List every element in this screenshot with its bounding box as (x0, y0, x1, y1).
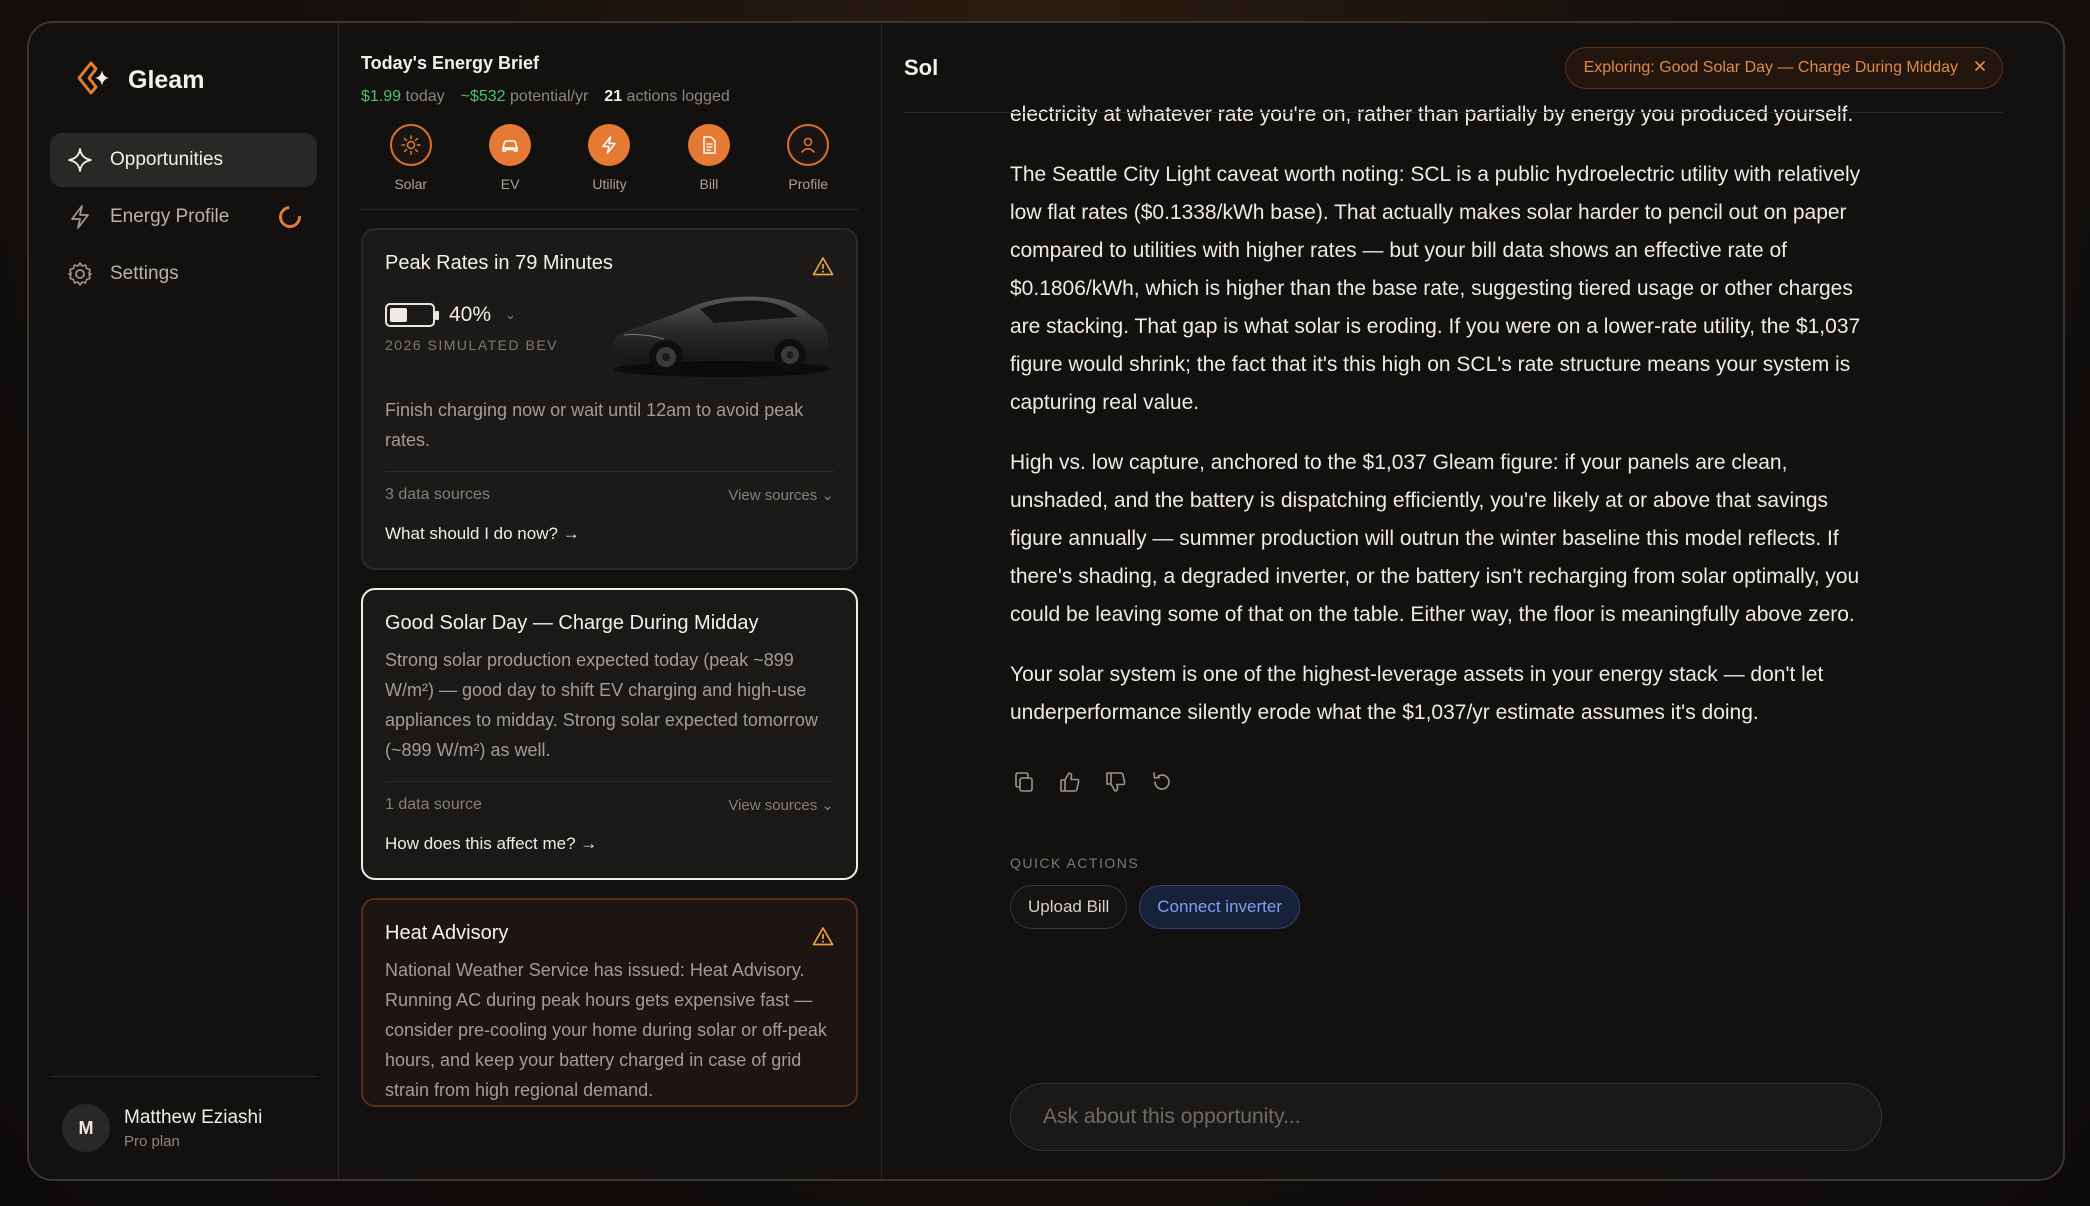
document-icon (687, 124, 730, 166)
app-window: Gleam Opportunities Energy Profile Setti… (27, 21, 2065, 1181)
card-description: National Weather Service has issued: Hea… (385, 960, 827, 1100)
card-cta-link[interactable]: What should I do now? → (385, 524, 834, 568)
sidebar-item-label: Settings (110, 263, 179, 284)
chat-panel: electricity at whatever rate you're on, … (882, 23, 2063, 1179)
upload-bill-button[interactable]: Upload Bill (1010, 885, 1128, 929)
battery-status[interactable]: 40% ⌄ (385, 303, 558, 327)
message-paragraph: Your solar system is one of the highest-… (1010, 663, 1824, 724)
card-description: Finish charging now or wait until 12am t… (385, 400, 804, 450)
category-label: Utility (592, 176, 627, 192)
brand-name: Gleam (128, 65, 205, 94)
regenerate-icon[interactable] (1150, 770, 1174, 799)
actions-logged-label: actions logged (626, 88, 730, 105)
warning-icon (812, 256, 834, 281)
avatar: M (62, 1104, 110, 1152)
sidebar-item-opportunities[interactable]: Opportunities (50, 133, 317, 187)
category-label: Bill (699, 176, 719, 192)
sidebar: Gleam Opportunities Energy Profile Setti… (29, 23, 339, 1179)
loading-spinner-icon (274, 201, 306, 233)
exploring-label: Exploring: Good Solar Day — Charge Durin… (1583, 58, 1958, 76)
vehicle-name: 2026 SIMULATED BEV (385, 337, 559, 353)
copy-icon[interactable] (1012, 770, 1036, 799)
card-description: Strong solar production expected today (… (385, 650, 818, 760)
category-solar[interactable]: Solar (371, 124, 451, 192)
gleam-logo-icon (72, 57, 114, 104)
battery-level-fill (390, 308, 407, 322)
gear-icon (66, 260, 94, 288)
chevron-down-icon: ⌄ (505, 307, 516, 322)
user-profile[interactable]: M Matthew Eziashi Pro plan (50, 1076, 317, 1179)
ev-status: 40% ⌄ 2026 SIMULATED BEV (385, 289, 834, 385)
category-profile[interactable]: Profile (768, 124, 848, 192)
today-savings-value: $1.99 (361, 88, 402, 105)
card-title: Heat Advisory (385, 922, 509, 944)
card-title: Good Solar Day — Charge During Midday (385, 612, 759, 634)
battery-percent: 40% (449, 303, 492, 326)
card-sources: 1 data source View sources ⌄ (385, 781, 834, 814)
view-sources-button[interactable]: View sources ⌄ (728, 796, 834, 814)
brief-title: Today's Energy Brief (361, 53, 539, 73)
message-paragraph: High vs. low capture, anchored to the $1… (1010, 451, 1860, 626)
sources-count: 3 data sources (385, 486, 490, 503)
warning-icon (812, 926, 834, 951)
brief-stats: $1.99 today ~$532 potential/yr 21 action… (361, 88, 858, 106)
connect-inverter-button[interactable]: Connect inverter (1139, 885, 1300, 929)
actions-logged-value: 21 (604, 88, 623, 105)
sun-icon (389, 124, 432, 166)
card-title: Peak Rates in 79 Minutes (385, 252, 613, 274)
bolt-icon (66, 203, 94, 231)
chat-input[interactable] (1043, 1105, 1849, 1129)
chat-header: Sol Exploring: Good Solar Day — Charge D… (904, 23, 2003, 113)
car-image (604, 283, 834, 388)
message-paragraph: The Seattle City Light caveat worth noti… (1010, 163, 1861, 414)
card-sources: 3 data sources View sources ⌄ (385, 471, 834, 504)
sources-count: 1 data source (385, 796, 482, 813)
quick-actions-label: QUICK ACTIONS (1010, 855, 1140, 871)
card-cta-link[interactable]: How does this affect me? → (385, 834, 834, 878)
view-sources-button[interactable]: View sources ⌄ (728, 486, 834, 504)
category-utility[interactable]: Utility (569, 124, 649, 192)
car-icon (489, 124, 532, 166)
opportunity-card-heat-advisory[interactable]: Heat Advisory National Weather Service h… (361, 898, 858, 1107)
opportunity-card-peak-rates[interactable]: Peak Rates in 79 Minutes 40% ⌄ 2026 SIMU… (361, 228, 858, 570)
today-savings-label: today (405, 88, 445, 105)
message-actions (1010, 770, 1882, 799)
category-label: Solar (394, 176, 428, 192)
sidebar-item-settings[interactable]: Settings (50, 247, 317, 301)
sidebar-item-energy-profile[interactable]: Energy Profile (50, 190, 317, 244)
category-ev[interactable]: EV (470, 124, 550, 192)
opportunity-feed: Today's Energy Brief $1.99 today ~$532 p… (339, 23, 882, 1179)
brand[interactable]: Gleam (50, 23, 317, 133)
category-filters: Solar EV Utility Bill Profile (361, 124, 858, 210)
potential-savings-value: ~$532 (460, 88, 506, 105)
close-icon[interactable] (1974, 59, 1986, 77)
sidebar-item-label: Opportunities (110, 149, 224, 170)
opportunity-card-good-solar-day[interactable]: Good Solar Day — Charge During Midday St… (361, 588, 858, 880)
thumbs-up-icon[interactable] (1058, 770, 1082, 799)
thumbs-down-icon[interactable] (1104, 770, 1128, 799)
user-icon (787, 124, 830, 166)
category-bill[interactable]: Bill (669, 124, 749, 192)
bolt-icon (588, 124, 631, 166)
chat-input-box (1010, 1083, 1882, 1151)
sparkle-icon (66, 146, 94, 174)
category-label: Profile (788, 176, 829, 192)
battery-icon (385, 303, 439, 327)
exploring-context-pill: Exploring: Good Solar Day — Charge Durin… (1564, 46, 2003, 89)
user-plan: Pro plan (124, 1132, 180, 1150)
sidebar-item-label: Energy Profile (110, 206, 230, 227)
quick-actions: Upload Bill Connect inverter (1010, 885, 1882, 929)
category-label: EV (500, 176, 520, 192)
chat-title: Sol (904, 54, 939, 80)
chat-messages: electricity at whatever rate you're on, … (1010, 96, 1882, 929)
potential-savings-label: potential/yr (510, 88, 589, 105)
assistant-message: electricity at whatever rate you're on, … (1010, 96, 1882, 732)
user-name: Matthew Eziashi (124, 1106, 263, 1128)
